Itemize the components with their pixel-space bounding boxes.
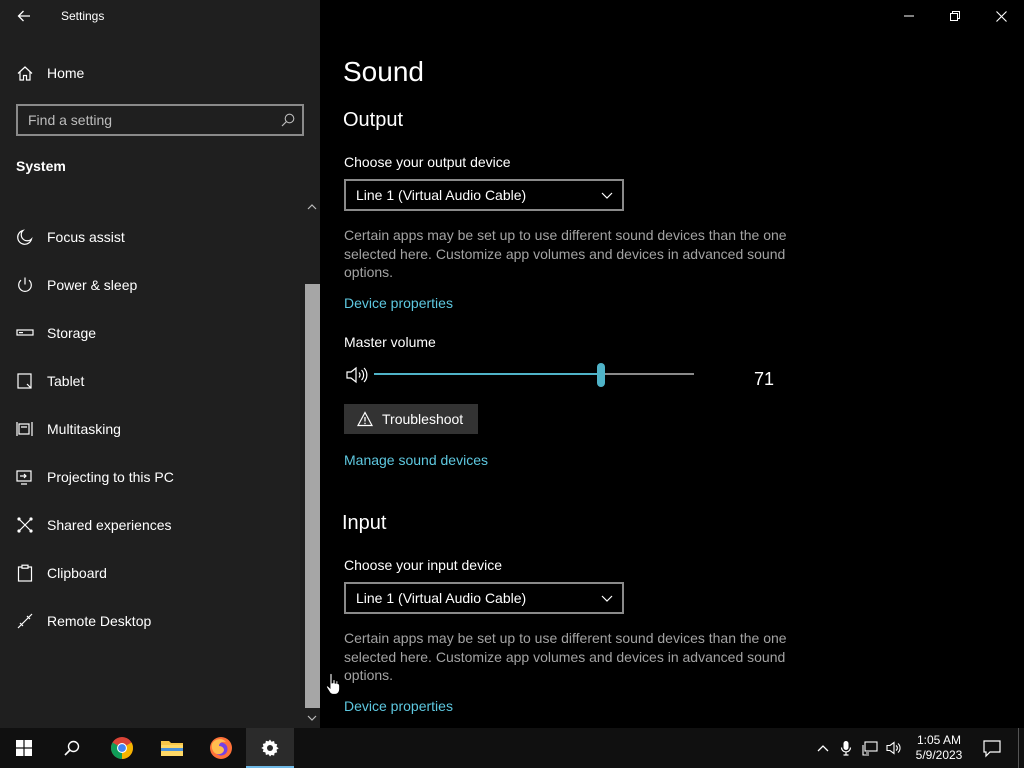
back-arrow-icon [17,10,30,22]
taskbar-search-button[interactable] [48,728,96,768]
tablet-icon [17,373,32,389]
start-button[interactable] [0,728,48,768]
home-label: Home [47,65,85,81]
input-device-dropdown[interactable]: Line 1 (Virtual Audio Cable) [344,582,624,614]
show-desktop-button[interactable] [1018,728,1019,768]
gear-icon [261,739,279,757]
master-volume-label: Master volume [344,334,436,350]
sidebar-item-label: Tablet [47,373,85,389]
sidebar-item-tablet[interactable]: Tablet [0,361,304,401]
sidebar-item-focus-assist[interactable]: Focus assist [0,217,304,257]
sound-settings-page: Sound Output Choose your output device L… [320,0,1024,728]
taskbar-firefox[interactable] [197,728,245,768]
taskbar-clock[interactable]: 1:05 AM 5/9/2023 [906,733,972,763]
output-heading: Output [343,109,404,131]
troubleshoot-label: Troubleshoot [382,411,464,427]
sidebar-item-label: Projecting to this PC [47,469,174,485]
scroll-up-arrow-icon[interactable] [307,202,317,212]
manage-sound-devices-link[interactable]: Manage sound devices [344,452,488,468]
input-description: Certain apps may be set up to use differ… [344,630,787,684]
clock-time: 1:05 AM [916,733,962,747]
sidebar-item-clipboard[interactable]: Clipboard [0,553,304,593]
search-input[interactable] [18,106,278,134]
sidebar-item-label: Storage [47,325,97,341]
troubleshoot-button[interactable]: Troubleshoot [344,404,478,434]
app-title: Settings [61,9,105,23]
search-icon [64,740,80,756]
close-icon [995,10,1007,22]
network-icon[interactable] [862,740,878,756]
page-title: Sound [343,56,424,87]
multitasking-icon [16,422,33,436]
power-icon [18,277,32,292]
settings-sidebar: Settings Home System Focus assist Power … [0,0,320,728]
volume-icon[interactable] [886,740,902,756]
section-title: System [16,158,66,174]
sidebar-item-label: Power & sleep [47,277,138,293]
restore-icon [950,11,960,21]
hand-cursor-icon [326,673,340,695]
search-box[interactable] [16,104,304,136]
warning-icon [357,411,373,427]
clipboard-icon [17,564,33,582]
notification-center-icon[interactable] [982,738,1002,758]
sidebar-item-power-sleep[interactable]: Power & sleep [0,265,304,305]
input-device-label: Choose your input device [344,557,502,573]
moon-icon [17,229,33,245]
title-bar: Settings [0,0,320,32]
input-device-value: Line 1 (Virtual Audio Cable) [356,590,527,606]
chrome-icon [111,737,133,759]
shared-experiences-icon [17,517,33,533]
remote-desktop-icon [17,613,33,629]
close-button[interactable] [978,0,1024,32]
sidebar-item-projecting[interactable]: Projecting to this PC [0,457,304,497]
sidebar-item-label: Multitasking [47,421,121,437]
taskbar-file-explorer[interactable] [148,728,196,768]
output-device-label: Choose your output device [344,154,511,170]
slider-fill [374,373,601,375]
taskbar-settings[interactable] [246,728,294,768]
master-volume-slider[interactable] [374,363,694,387]
storage-icon [16,329,34,336]
home-nav-item[interactable]: Home [0,56,320,90]
firefox-icon [210,737,232,759]
windows-logo-icon [16,740,32,756]
scrollbar-thumb[interactable] [305,284,320,708]
chevron-down-icon [601,595,613,602]
sidebar-scrollbar[interactable] [304,196,320,728]
slider-thumb[interactable] [597,363,605,387]
taskbar: 1:05 AM 5/9/2023 [0,728,1024,768]
output-device-dropdown[interactable]: Line 1 (Virtual Audio Cable) [344,179,624,211]
scroll-down-arrow-icon[interactable] [307,713,317,723]
sidebar-item-shared-experiences[interactable]: Shared experiences [0,505,304,545]
projecting-icon [16,470,32,485]
speaker-volume-icon[interactable] [346,366,368,384]
chevron-down-icon [601,192,613,199]
input-heading: Input [342,512,387,534]
sidebar-item-remote-desktop[interactable]: Remote Desktop [0,601,304,641]
master-volume-value: 71 [754,369,775,389]
minimize-button[interactable] [886,0,932,32]
minimize-icon [904,15,914,17]
restore-button[interactable] [932,0,978,32]
taskbar-chrome[interactable] [98,728,146,768]
sidebar-item-multitasking[interactable]: Multitasking [0,409,304,449]
sidebar-item-label: Focus assist [47,229,125,245]
chevron-up-icon[interactable] [815,740,831,756]
output-device-properties-link[interactable]: Device properties [344,295,453,311]
back-button[interactable] [8,0,40,32]
output-device-value: Line 1 (Virtual Audio Cable) [356,187,527,203]
search-icon[interactable] [281,113,295,127]
folder-icon [161,741,183,756]
microphone-icon[interactable] [838,740,854,756]
clock-date: 5/9/2023 [915,748,963,762]
sidebar-item-label: Clipboard [47,565,107,581]
output-description: Certain apps may be set up to use differ… [344,227,787,281]
input-device-properties-link[interactable]: Device properties [344,698,453,714]
home-icon [17,66,33,81]
sidebar-item-label: Shared experiences [47,517,172,533]
sidebar-item-storage[interactable]: Storage [0,313,304,353]
sidebar-item-label: Remote Desktop [47,613,152,629]
